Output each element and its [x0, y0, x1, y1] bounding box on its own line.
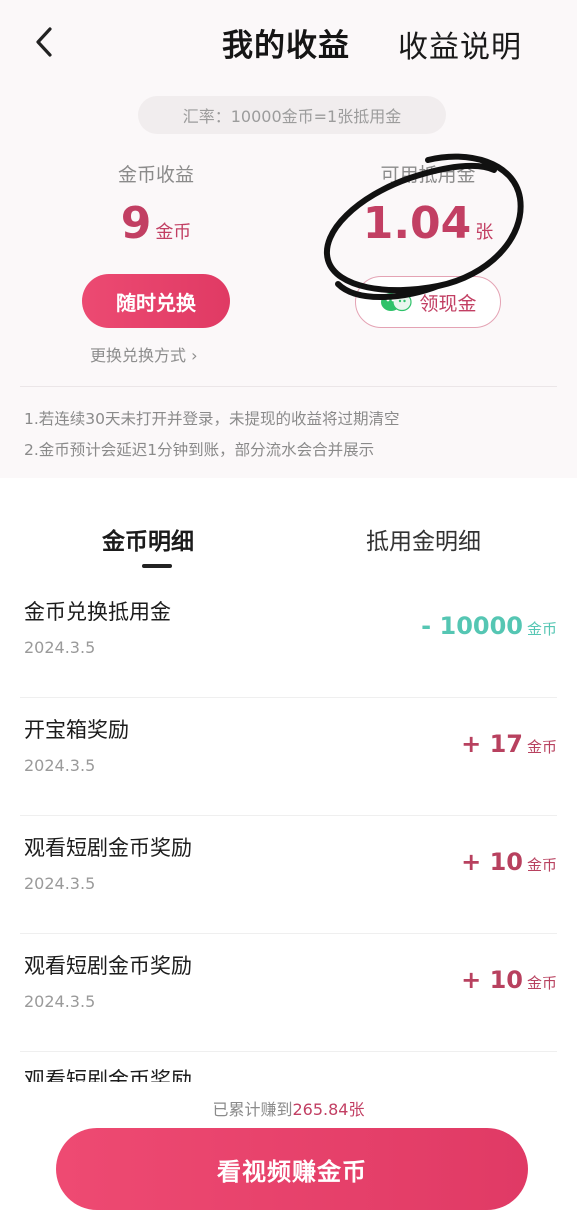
- watch-video-earn-coins-button[interactable]: 看视频赚金币: [56, 1128, 528, 1210]
- record-amount: - 10000 金币: [421, 612, 557, 640]
- tab-voucher-details[interactable]: 抵用金明细: [366, 522, 481, 556]
- voucher-value: 1.04 张: [328, 198, 528, 249]
- record-date: 2024.3.5: [24, 638, 96, 657]
- coin-earnings-label: 金币收益: [117, 164, 194, 186]
- record-amount: + 10 金币: [461, 848, 557, 876]
- total-value: 265.84张: [292, 1100, 365, 1119]
- earnings-header-section: 我的收益 收益说明 汇率：10000金币=1张抵用金 金币收益 9 金币 随时兑换…: [0, 0, 577, 478]
- record-amount-unit: 金币: [526, 856, 557, 874]
- total-earned-text: 已累计赚到265.84张: [0, 1096, 577, 1120]
- record-date: 2024.3.5: [24, 756, 96, 775]
- exchange-rate-badge: 汇率：10000金币=1张抵用金: [138, 96, 446, 134]
- voucher-value-unit: 张: [475, 222, 494, 243]
- change-exchange-method-link[interactable]: 更换兑换方式 ›: [90, 342, 198, 366]
- record-amount-unit: 金币: [526, 974, 557, 992]
- list-item: 观看短剧金币奖励 2024.3.5 + 10 金币: [20, 816, 557, 934]
- page-title: 我的收益: [222, 28, 350, 64]
- record-amount: + 10 金币: [461, 966, 557, 994]
- record-amount-unit: 金币: [526, 620, 557, 638]
- wechat-icon: [379, 291, 413, 313]
- notice-text-1: 1.若连续30天未打开并登录，未提现的收益将过期清空: [24, 410, 400, 428]
- tab-coin-details[interactable]: 金币明细: [102, 522, 194, 556]
- record-title: 开宝箱奖励: [24, 718, 129, 742]
- exchange-anytime-button[interactable]: 随时兑换: [82, 274, 230, 328]
- record-title: 观看短剧金币奖励: [24, 836, 192, 860]
- coin-value-number: 9: [120, 198, 152, 249]
- active-tab-indicator: [142, 564, 172, 568]
- record-amount-value: + 17: [461, 730, 523, 758]
- record-amount-value: + 10: [461, 848, 523, 876]
- coin-earnings-value: 9 金币: [56, 198, 256, 249]
- coin-value-unit: 金币: [155, 222, 192, 243]
- record-date: 2024.3.5: [24, 874, 96, 893]
- section-divider: [20, 386, 557, 387]
- chevron-left-icon: [36, 27, 52, 57]
- earnings-explanation-link[interactable]: 收益说明: [398, 22, 522, 66]
- record-title: 观看短剧金币奖励: [24, 954, 192, 978]
- back-button[interactable]: [26, 22, 62, 62]
- record-amount: + 17 金币: [461, 730, 557, 758]
- record-date: 2024.3.5: [24, 992, 96, 1011]
- records-list[interactable]: 金币兑换抵用金 2024.3.5 - 10000 金币 开宝箱奖励 2024.3.…: [0, 580, 577, 1092]
- get-cash-button[interactable]: 领现金: [355, 276, 501, 328]
- detail-tabs: 金币明细 抵用金明细: [0, 492, 577, 574]
- voucher-value-number: 1.04: [362, 198, 472, 249]
- nav-bar: 我的收益 收益说明: [0, 0, 577, 84]
- voucher-label: 可用抵用金: [380, 164, 476, 186]
- list-item: 开宝箱奖励 2024.3.5 + 17 金币: [20, 698, 557, 816]
- record-title: 金币兑换抵用金: [24, 600, 171, 624]
- notice-text-2: 2.金币预计会延迟1分钟到账，部分流水会合并展示: [24, 441, 375, 459]
- record-amount-value: + 10: [461, 966, 523, 994]
- get-cash-label: 领现金: [419, 292, 477, 315]
- list-item: 金币兑换抵用金 2024.3.5 - 10000 金币: [20, 580, 557, 698]
- record-amount-unit: 金币: [526, 738, 557, 756]
- record-amount-value: - 10000: [421, 612, 523, 640]
- total-prefix: 已累计赚到: [212, 1100, 293, 1119]
- list-item: 观看短剧金币奖励 2024.3.5 + 10 金币: [20, 934, 557, 1052]
- bottom-bar: 已累计赚到265.84张 看视频赚金币: [0, 1082, 577, 1215]
